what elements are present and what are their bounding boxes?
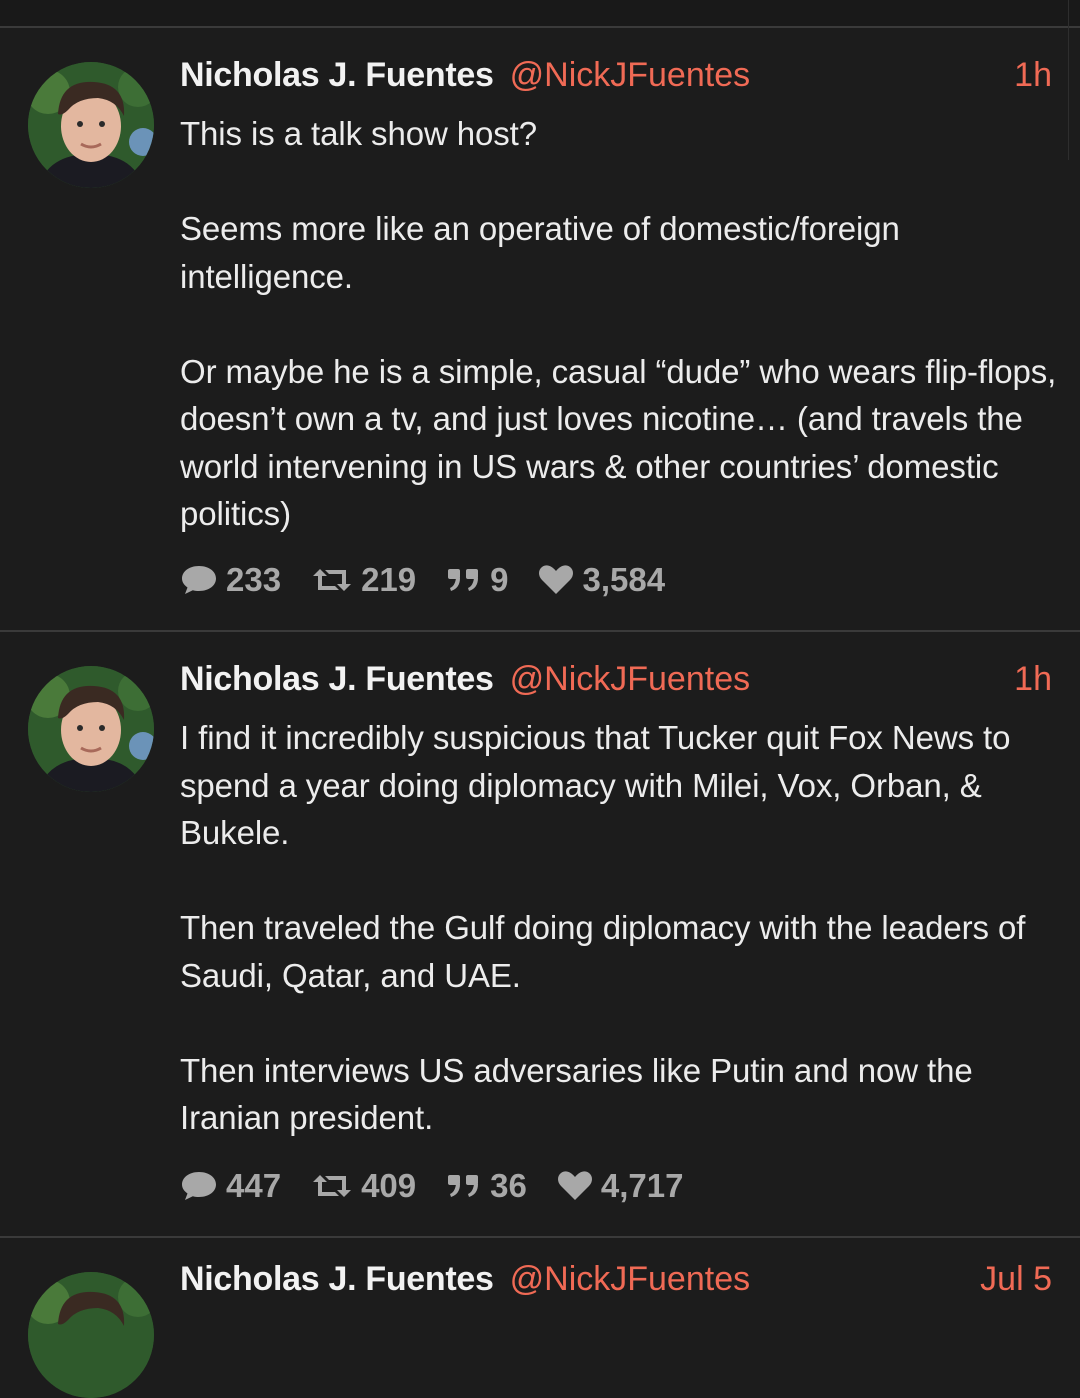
post-paragraph: Then interviews US adversaries like Puti…: [180, 1051, 973, 1137]
author-avatar[interactable]: [28, 62, 154, 188]
post-text: This is a talk show host? Seems more lik…: [180, 110, 1060, 538]
like-count: 4,717: [600, 1167, 684, 1204]
post-header: Nicholas J. Fuentes @NickJFuentes 1h: [180, 56, 1052, 104]
speech-bubble-icon: [182, 1172, 216, 1200]
like-button[interactable]: 3,584: [538, 561, 665, 599]
post-actions: 447 409 36 4,717: [180, 1164, 713, 1208]
reply-button[interactable]: 447: [180, 1167, 281, 1205]
quote-button[interactable]: 9: [446, 561, 508, 599]
reply-button[interactable]: 233: [180, 561, 281, 599]
post-actions: 233 219 9 3,584: [180, 558, 695, 602]
post[interactable]: Nicholas J. Fuentes @NickJFuentes 1h I f…: [0, 632, 1080, 1238]
author-avatar[interactable]: [28, 666, 154, 792]
retweet-arrows-icon: [313, 1175, 352, 1197]
post-timestamp[interactable]: Jul 5: [980, 1260, 1052, 1299]
like-button[interactable]: 4,717: [557, 1167, 684, 1205]
post-timestamp[interactable]: 1h: [1014, 56, 1052, 95]
repost-button[interactable]: 409: [311, 1167, 416, 1205]
quote-marks-icon: [448, 1175, 479, 1197]
previous-post-edge: [0, 0, 1080, 28]
post-paragraph: Or maybe he is a simple, casual “dude” w…: [180, 352, 1057, 533]
author-name[interactable]: Nicholas J. Fuentes: [180, 660, 494, 699]
post[interactable]: Nicholas J. Fuentes @NickJFuentes 1h Thi…: [0, 28, 1080, 632]
reply-count: 233: [226, 561, 282, 598]
post-paragraph: Then traveled the Gulf doing diplomacy w…: [180, 909, 1026, 994]
post-paragraph: This is a talk show host?: [180, 115, 537, 152]
author-name[interactable]: Nicholas J. Fuentes: [180, 1260, 494, 1299]
quote-count: 9: [490, 561, 509, 598]
post[interactable]: Nicholas J. Fuentes @NickJFuentes Jul 5: [0, 1238, 1080, 1398]
post-header: Nicholas J. Fuentes @NickJFuentes 1h: [180, 660, 1052, 708]
author-name[interactable]: Nicholas J. Fuentes: [180, 56, 494, 95]
heart-icon: [557, 1171, 592, 1200]
post-paragraph: Seems more like an operative of domestic…: [180, 210, 900, 295]
post-timestamp[interactable]: 1h: [1014, 660, 1052, 699]
post-header: Nicholas J. Fuentes @NickJFuentes Jul 5: [180, 1260, 1052, 1308]
author-handle[interactable]: @NickJFuentes: [510, 660, 750, 699]
author-avatar[interactable]: [28, 1272, 154, 1398]
post-paragraph: I find it incredibly suspicious that Tuc…: [180, 719, 1011, 851]
reply-count: 447: [226, 1167, 282, 1204]
heart-icon: [539, 565, 574, 594]
quote-count: 36: [490, 1167, 527, 1204]
speech-bubble-icon: [182, 566, 216, 594]
like-count: 3,584: [582, 561, 666, 598]
author-handle[interactable]: @NickJFuentes: [510, 1260, 750, 1299]
repost-count: 219: [361, 561, 417, 598]
author-handle[interactable]: @NickJFuentes: [510, 56, 750, 95]
repost-button[interactable]: 219: [311, 561, 416, 599]
post-text: I find it incredibly suspicious that Tuc…: [180, 714, 1060, 1142]
retweet-arrows-icon: [313, 569, 352, 591]
repost-count: 409: [361, 1167, 417, 1204]
quote-button[interactable]: 36: [446, 1167, 527, 1205]
quote-marks-icon: [448, 569, 479, 591]
